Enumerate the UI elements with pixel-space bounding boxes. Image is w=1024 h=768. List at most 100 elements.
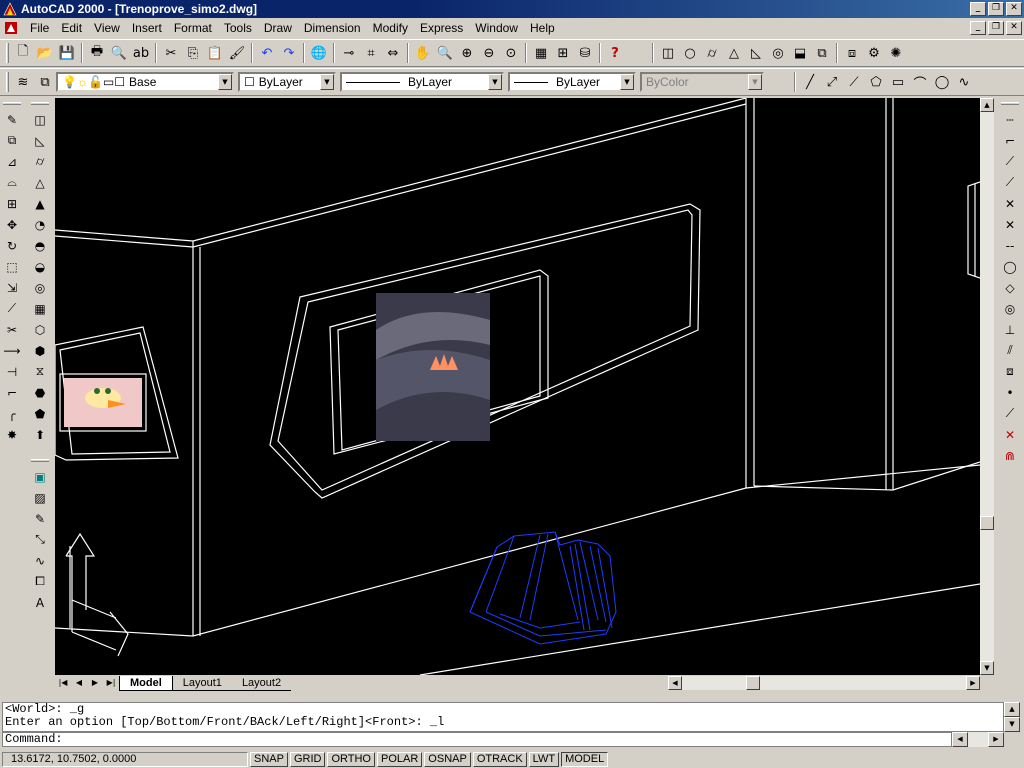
- 3dface-icon[interactable]: ⬟: [30, 403, 50, 424]
- lights-icon[interactable]: ✺: [885, 42, 907, 64]
- scroll-up-icon[interactable]: ▲: [1004, 702, 1020, 717]
- dimension-edit-icon[interactable]: ⤡: [30, 529, 50, 550]
- doc-restore-button[interactable]: ❐: [988, 21, 1004, 35]
- print-icon[interactable]: 🖶: [86, 42, 108, 64]
- polyline-icon[interactable]: ⟋: [843, 71, 865, 93]
- snap-tangent-icon[interactable]: ◯: [1000, 256, 1020, 277]
- menu-dimension[interactable]: Dimension: [298, 18, 367, 38]
- scale-icon[interactable]: ⬚: [2, 256, 22, 277]
- minimize-button[interactable]: _: [970, 2, 986, 16]
- snap-none-icon[interactable]: •: [1000, 382, 1020, 403]
- mirror-icon[interactable]: ⊿: [2, 151, 22, 172]
- snap-from-icon[interactable]: ⟋: [1000, 403, 1020, 424]
- command-input[interactable]: Command:: [2, 732, 952, 747]
- match-properties-icon[interactable]: 🖌: [226, 42, 248, 64]
- revolved-surface-icon[interactable]: ⬡: [30, 319, 50, 340]
- menu-tools[interactable]: Tools: [218, 18, 258, 38]
- solid-icon[interactable]: ⬓: [789, 42, 811, 64]
- menu-edit[interactable]: Edit: [55, 18, 88, 38]
- scroll-right-icon[interactable]: ▶: [988, 732, 1004, 747]
- attribute-edit-icon[interactable]: ⧠: [30, 571, 50, 592]
- sphere-icon[interactable]: ○: [679, 42, 701, 64]
- torus-solid-icon[interactable]: ◎: [30, 277, 50, 298]
- dome-icon[interactable]: ◓: [30, 235, 50, 256]
- hyperlink-icon[interactable]: 🌐: [308, 42, 330, 64]
- horizontal-scrollbar[interactable]: ◀ ▶: [668, 676, 980, 690]
- polygon-icon[interactable]: ⬠: [865, 71, 887, 93]
- chamfer-icon[interactable]: ⌐: [2, 382, 22, 403]
- save-icon[interactable]: 💾: [56, 42, 78, 64]
- menu-modify[interactable]: Modify: [367, 18, 414, 38]
- tab-layout2[interactable]: Layout2: [231, 676, 292, 691]
- snap-clear-icon[interactable]: ✕: [1000, 424, 1020, 445]
- snap-endpoint-icon[interactable]: ┄: [1000, 109, 1020, 130]
- tab-next-icon[interactable]: ▶: [87, 676, 103, 690]
- coordinate-readout[interactable]: 13.6172, 10.7502, 0.0000: [2, 752, 248, 767]
- rotate-icon[interactable]: ↻: [2, 235, 22, 256]
- open-icon[interactable]: 📂: [34, 42, 56, 64]
- doc-close-button[interactable]: ✕: [1006, 21, 1022, 35]
- doc-minimize-button[interactable]: _: [970, 21, 986, 35]
- menu-view[interactable]: View: [88, 18, 126, 38]
- view-icon[interactable]: ▣: [30, 466, 50, 487]
- copy-object-icon[interactable]: ⧉: [2, 130, 22, 151]
- snap-nearest-icon[interactable]: ⧈: [1000, 361, 1020, 382]
- menu-draw[interactable]: Draw: [258, 18, 298, 38]
- break-icon[interactable]: ⊣: [2, 361, 22, 382]
- scroll-down-icon[interactable]: ▼: [1004, 717, 1020, 732]
- offset-icon[interactable]: ⌓: [2, 172, 22, 193]
- arc-icon[interactable]: ⌒: [909, 71, 931, 93]
- dbconnect-icon[interactable]: ⛁: [574, 42, 596, 64]
- section-icon[interactable]: ⧉: [811, 42, 833, 64]
- stretch-icon[interactable]: ⇲: [2, 277, 22, 298]
- menu-help[interactable]: Help: [524, 18, 561, 38]
- vertical-scroll-thumb[interactable]: [980, 516, 994, 530]
- spline-icon[interactable]: ∿: [953, 71, 975, 93]
- cut-icon[interactable]: ✂: [160, 42, 182, 64]
- erase-icon[interactable]: ✎: [2, 109, 22, 130]
- mesh-icon[interactable]: ▦: [30, 298, 50, 319]
- torus-icon[interactable]: ◎: [767, 42, 789, 64]
- text-style-icon[interactable]: A: [30, 592, 50, 613]
- model-toggle[interactable]: MODEL: [561, 752, 609, 767]
- snap-intersection-icon[interactable]: ⟋: [1000, 151, 1020, 172]
- menu-file[interactable]: File: [24, 18, 55, 38]
- snap-node-icon[interactable]: ⫽: [1000, 340, 1020, 361]
- cone-solid-icon[interactable]: △: [30, 172, 50, 193]
- polar-toggle[interactable]: POLAR: [377, 752, 423, 767]
- hatch-icon[interactable]: ▨: [30, 487, 50, 508]
- array-icon[interactable]: ⊞: [2, 193, 22, 214]
- cone-icon[interactable]: △: [723, 42, 745, 64]
- circle-icon[interactable]: ◯: [931, 71, 953, 93]
- command-hscroll[interactable]: ◀ ▶: [952, 732, 1004, 747]
- snap-midpoint-icon[interactable]: ⌐: [1000, 130, 1020, 151]
- command-scrollbar[interactable]: ▲ ▼: [1004, 702, 1020, 732]
- zoom-window-icon[interactable]: ⊕: [456, 42, 478, 64]
- new-icon[interactable]: 🗋: [12, 42, 34, 64]
- snap-parallel-icon[interactable]: ◎: [1000, 298, 1020, 319]
- edge-surface-icon[interactable]: ⬣: [30, 382, 50, 403]
- wedge-icon[interactable]: ◺: [745, 42, 767, 64]
- line-icon[interactable]: ╱: [799, 71, 821, 93]
- tabulated-surface-icon[interactable]: ⬢: [30, 340, 50, 361]
- pyramid-icon[interactable]: ▲: [30, 193, 50, 214]
- grid-toggle[interactable]: GRID: [289, 752, 326, 767]
- snap-quadrant-icon[interactable]: ‐‐: [1000, 235, 1020, 256]
- design-center-icon[interactable]: ⊞: [552, 42, 574, 64]
- lwt-toggle[interactable]: LWT: [528, 752, 560, 767]
- redo-icon[interactable]: ↷: [278, 42, 300, 64]
- snap-center-icon[interactable]: ✕: [1000, 214, 1020, 235]
- otrack-toggle[interactable]: OTRACK: [472, 752, 527, 767]
- scroll-down-icon[interactable]: ▼: [980, 661, 994, 675]
- color-select[interactable]: ☐ ByLayer ▼: [238, 72, 336, 92]
- object-snap-icon[interactable]: ⊸: [338, 42, 360, 64]
- osnap-settings-icon[interactable]: ⋒: [1000, 445, 1020, 466]
- undo-icon[interactable]: ↶: [256, 42, 278, 64]
- scroll-right-icon[interactable]: ▶: [966, 676, 980, 690]
- menu-format[interactable]: Format: [168, 18, 218, 38]
- ucs-icon[interactable]: ⌗: [360, 42, 382, 64]
- spline-edit-icon[interactable]: ∿: [30, 550, 50, 571]
- help-icon[interactable]: ?: [604, 42, 626, 64]
- pan-icon[interactable]: ✋: [412, 42, 434, 64]
- tab-layout1[interactable]: Layout1: [172, 676, 232, 691]
